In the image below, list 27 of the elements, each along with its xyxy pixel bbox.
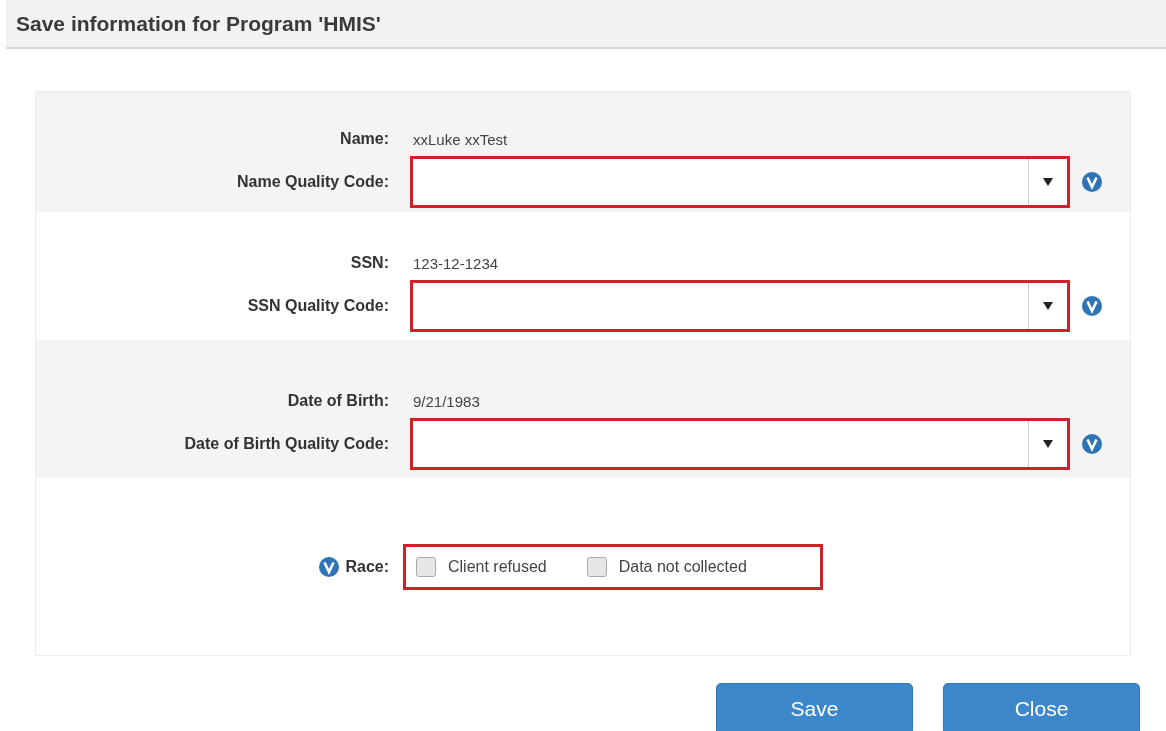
info-icon[interactable] [1082,434,1102,454]
dialog-button[interactable]: Close [943,683,1140,731]
checkbox[interactable] [586,556,607,577]
caret-icon [1043,178,1053,186]
dropdown-field[interactable] [410,280,1070,332]
caret-icon [1043,302,1053,310]
dropdown-field[interactable] [410,418,1070,470]
dialog-button[interactable]: Save [716,683,913,731]
info-icon[interactable] [1082,172,1102,192]
dropdown-field[interactable] [410,156,1070,208]
field-label: Name: [339,130,389,148]
field-label: Race: [345,557,389,576]
field-value: xxLuke xxTest [413,130,508,148]
field-label: SSN: [349,254,389,272]
field-label: Date of Birth Quality Code: [183,435,389,453]
field-value: 9/21/1983 [413,392,480,410]
dialog-title: Save information for Program 'HMIS' [16,11,381,36]
caret-icon [1043,440,1053,448]
field-label: SSN Quality Code: [246,297,389,315]
checkbox[interactable] [416,556,436,577]
info-icon[interactable] [319,556,340,577]
checkbox-label[interactable]: Client refused [448,557,547,576]
checkbox-label[interactable]: Data not collected [618,557,747,576]
field-value: 123-12-1234 [413,254,499,272]
field-label: Date of Birth: [286,392,389,410]
info-icon[interactable] [1082,296,1102,316]
field-label: Name Quality Code: [235,173,389,191]
